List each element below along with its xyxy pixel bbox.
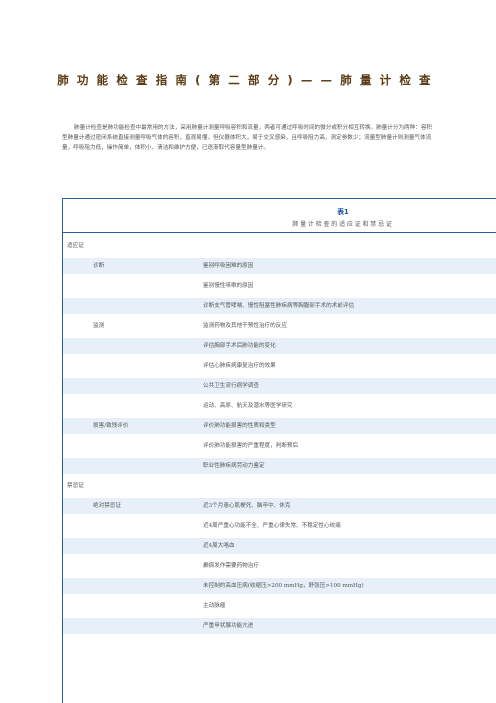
table-row: 癫痫发作需要药物治疗 (63, 558, 496, 574)
item-label: 鉴别呼吸困难的原因 (203, 263, 254, 269)
item-label: 近4周大咯血 (203, 543, 235, 549)
section-heading-label: 适应证 (67, 243, 84, 249)
item-label: 评估心肺疾病康复治疗的效果 (203, 363, 276, 369)
item-label: 监测药物及其他干预性治疗的反应 (203, 323, 287, 329)
item-label: 评价肺功能损害的性质和类型 (203, 423, 276, 429)
table-header-rule (63, 232, 496, 233)
table-row: 近4周严重心功能不全、严重心律失常、不稳定性心绞痛 (63, 518, 496, 534)
table-row: 近4周大咯血 (63, 538, 496, 554)
table-row: 诊断 鉴别呼吸困难的原因 (63, 258, 496, 274)
item-label: 评估胸部手术后肺功能的变化 (203, 343, 276, 349)
table-row: 诊断支气管哮喘、慢性阻塞性肺疾病等胸腹部手术的术前评估 (63, 298, 496, 314)
item-label: 诊断支气管哮喘、慢性阻塞性肺疾病等胸腹部手术的术前评估 (203, 303, 355, 309)
item-label: 公共卫生流行病学调查 (203, 383, 259, 389)
item-label: 近4周严重心功能不全、严重心律失常、不稳定性心绞痛 (203, 523, 341, 529)
item-label: 鉴别慢性咳嗽的原因 (203, 283, 254, 289)
item-label: 近3个月患心肌梗死、脑卒中、休克 (203, 503, 291, 509)
table-row: 评价肺功能损害的严重程度，判断预后 (63, 438, 496, 454)
category-label: 损害/致残评价 (93, 423, 129, 429)
intro-paragraph: 肺量计检查是肺功能检查中最常用的方法，采用肺量计测量呼吸容积和流量，两者可通过呼… (62, 123, 432, 154)
table-row: 职业性肺疾病劳动力鉴定 (63, 458, 496, 474)
table-row: 评估心肺疾病康复治疗的效果 (63, 358, 496, 374)
table-row: 鉴别慢性咳嗽的原因 (63, 278, 496, 294)
category-label: 绝对禁忌证 (93, 503, 121, 509)
table-row: 损害/致残评价 评价肺功能损害的性质和类型 (63, 418, 496, 434)
category-label: 监测 (93, 323, 105, 329)
table-row: 公共卫生流行病学调查 (63, 378, 496, 394)
section-heading: 禁忌证 (63, 478, 496, 494)
table-row: 运动、高原、航天及潜水等医学研究 (63, 398, 496, 414)
item-label: 职业性肺疾病劳动力鉴定 (203, 463, 265, 469)
table-row: 主动脉瘤 (63, 598, 496, 614)
table-row: 评估胸部手术后肺功能的变化 (63, 338, 496, 354)
section-heading: 适应证 (63, 238, 496, 254)
table-row: 未控制的高血压病(收缩压>200 mmHg，舒张压>100 mmHg) (63, 578, 496, 594)
table-row: 绝对禁忌证 近3个月患心肌梗死、脑卒中、休克 (63, 498, 496, 514)
table-title: 表1 (337, 208, 349, 216)
item-label: 运动、高原、航天及潜水等医学研究 (203, 403, 293, 409)
intro-text: 肺量计检查是肺功能检查中最常用的方法，采用肺量计测量呼吸容积和流量，两者可通过呼… (62, 125, 433, 152)
indications-table: 表1 肺量计检查的适应证和禁忌证 适应证 诊断 鉴别呼吸困难的原因 鉴别慢性咳嗽的… (62, 198, 496, 703)
table-subtitle: 肺量计检查的适应证和禁忌证 (292, 221, 394, 228)
table-row: 监测 监测药物及其他干预性治疗的反应 (63, 318, 496, 334)
item-label: 未控制的高血压病(收缩压>200 mmHg，舒张压>100 mmHg) (203, 583, 364, 589)
item-label: 主动脉瘤 (203, 603, 226, 609)
item-label: 评价肺功能损害的严重程度，判断预后 (203, 443, 299, 449)
section-heading-label: 禁忌证 (67, 483, 84, 489)
document-title: 肺功能检查指南(第二部分)——肺量计检查 (57, 73, 439, 87)
category-label: 诊断 (93, 263, 105, 269)
item-label: 癫痫发作需要药物治疗 (203, 563, 259, 569)
item-label: 严重甲状腺功能亢进 (203, 623, 254, 629)
table-row: 严重甲状腺功能亢进 (63, 618, 496, 634)
